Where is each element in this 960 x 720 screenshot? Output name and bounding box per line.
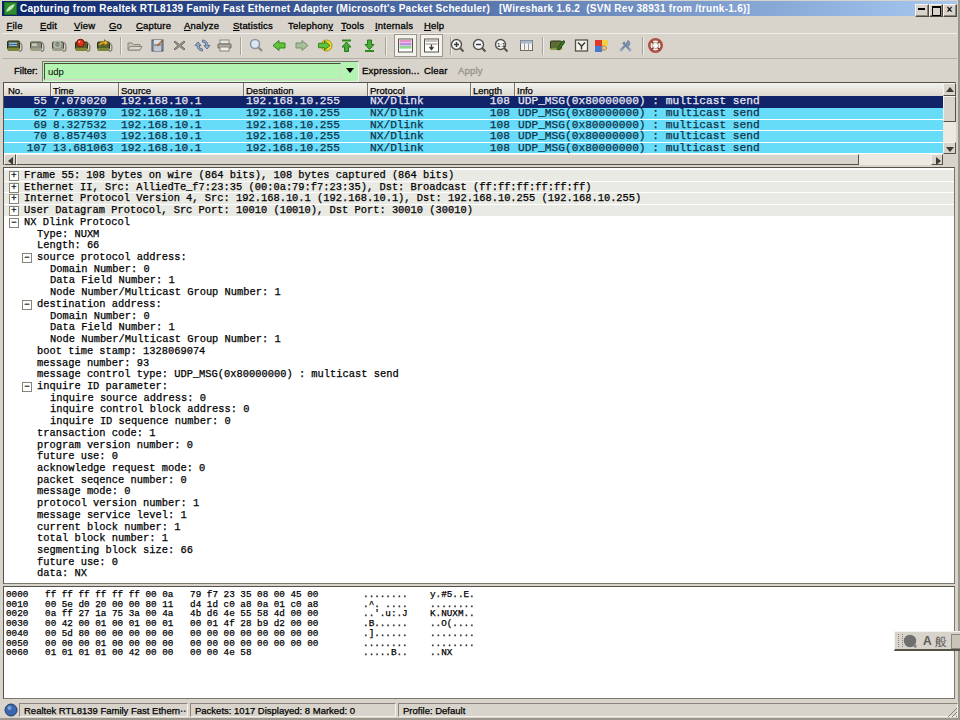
svg-text:1:1: 1:1 xyxy=(497,42,506,48)
